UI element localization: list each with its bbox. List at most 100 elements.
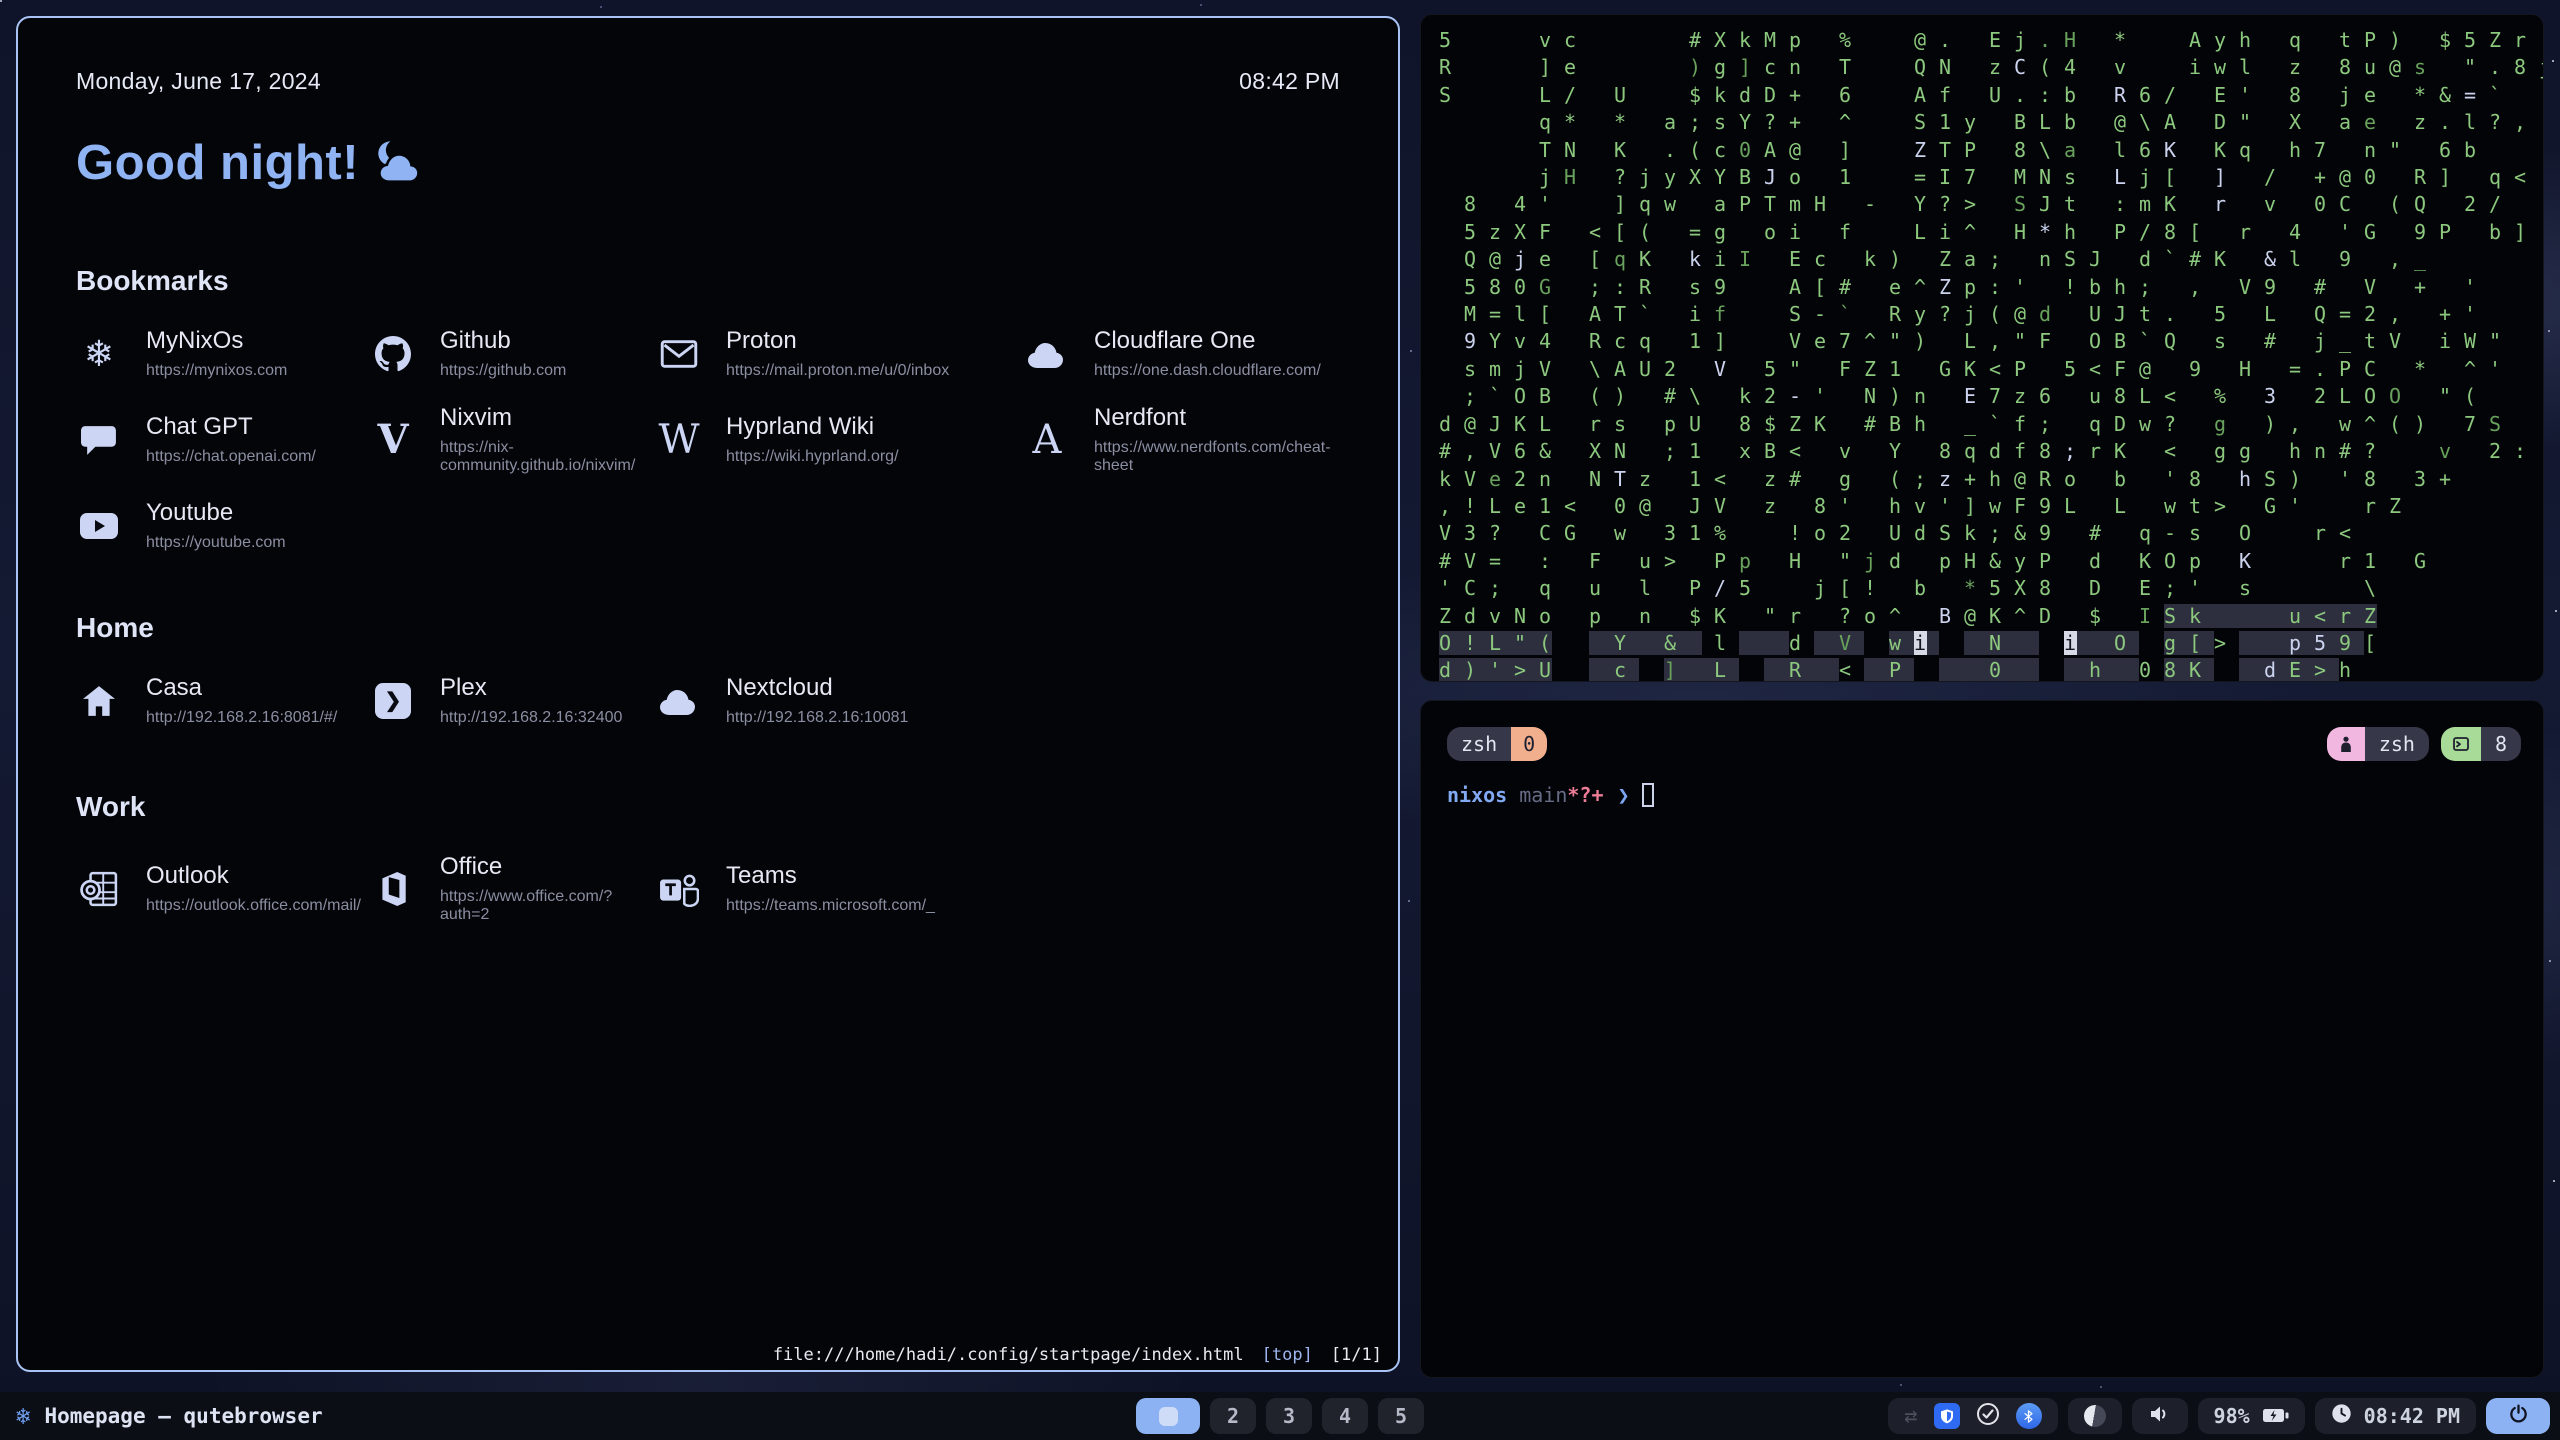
bookmark-url: http://192.168.2.16:10081 <box>726 709 908 727</box>
bookmark-name: MyNixOs <box>146 327 287 355</box>
bookmark-url: https://chat.openai.com/ <box>146 448 316 466</box>
terminal-tmux-window[interactable]: zsh 0 zsh 8 nixos main *?+ ❯ <box>1420 700 2544 1378</box>
cloud-icon <box>656 678 702 724</box>
prompt-symbol: ❯ <box>1618 783 1630 807</box>
greeting-text: Good night! <box>76 135 359 191</box>
bookmark-nixvim[interactable]: VNixvimhttps://nix-community.github.io/n… <box>370 404 656 475</box>
moon-cloud-icon <box>375 139 425 188</box>
bookmark-name: Casa <box>146 674 337 702</box>
kdeconnect-icon[interactable]: ⇄ <box>1904 1404 1917 1429</box>
bookmark-nextcloud[interactable]: Nextcloud http://192.168.2.16:10081 <box>656 674 1024 727</box>
bookmark-outlook[interactable]: Outlook https://outlook.office.com/mail/ <box>76 853 370 924</box>
workspace-1-active[interactable] <box>1136 1398 1200 1434</box>
battery-module[interactable]: 98% <box>2198 1398 2305 1434</box>
tmux-status-bar: zsh 0 zsh 8 <box>1447 727 2521 761</box>
workspace-5[interactable]: 5 <box>1378 1398 1424 1434</box>
mail-icon <box>656 331 702 377</box>
bookmark-name: Github <box>440 327 566 355</box>
waybar: ❄ Homepage — qutebrowser 2345 ⇄ 98% <box>0 1392 2560 1440</box>
tmux-module-8: 8 <box>2441 727 2521 761</box>
bookmark-hyprland-wiki[interactable]: WHyprland Wikihttps://wiki.hyprland.org/ <box>656 404 1024 475</box>
section-title: Home <box>76 612 1340 644</box>
active-workspace-indicator <box>1159 1407 1178 1426</box>
bookmark-nerdfont[interactable]: ANerdfonthttps://www.nerdfonts.com/cheat… <box>1024 404 1340 475</box>
prompt-git-branch: main <box>1519 783 1567 807</box>
vim-icon: V <box>370 417 416 463</box>
github-icon <box>370 331 416 377</box>
font-icon: A <box>1024 417 1070 463</box>
bookmark-name: Office <box>440 853 656 881</box>
bookmark-url: https://youtube.com <box>146 534 286 552</box>
bookmark-github[interactable]: Github https://github.com <box>370 327 656 380</box>
clock-icon <box>2331 1403 2352 1429</box>
bookmark-casa[interactable]: Casahttp://192.168.2.16:8081/#/ <box>76 674 370 727</box>
nixos-logo-icon: ❄ <box>16 1402 30 1430</box>
section-title: Work <box>76 791 1340 823</box>
bookmark-url: https://outlook.office.com/mail/ <box>146 897 361 915</box>
outlook-icon <box>76 866 122 912</box>
bookmark-url: https://wiki.hyprland.org/ <box>726 448 899 466</box>
teams-icon <box>656 866 702 912</box>
clock-time: 08:42 PM <box>2364 1404 2460 1428</box>
statusbar-tab-index: [1/1] <box>1331 1345 1382 1365</box>
chat-icon <box>76 417 122 463</box>
clock-module[interactable]: 08:42 PM <box>2315 1398 2476 1434</box>
startpage-sections: Bookmarks❄MyNixOshttps://mynixos.comGith… <box>76 265 1340 924</box>
office-icon <box>370 866 416 912</box>
bookmark-proton[interactable]: Proton https://mail.proton.me/u/0/inbox <box>656 327 1024 380</box>
night-light-module[interactable] <box>2068 1398 2122 1434</box>
bookmark-name: Hyprland Wiki <box>726 413 899 441</box>
bookmark-office[interactable]: Office https://www.office.com/?auth=2 <box>370 853 656 924</box>
tmux-right-modules: zsh 8 <box>2327 727 2521 761</box>
tmux-module-label: zsh <box>2365 727 2429 761</box>
waybar-window-title-module: ❄ Homepage — qutebrowser <box>16 1402 323 1430</box>
bookmark-cloudflare-one[interactable]: Cloudflare Onehttps://one.dash.cloudflar… <box>1024 327 1340 380</box>
section-work: Work Outlook https://outlook.office.com/ma… <box>76 791 1340 924</box>
startpage-clock: 08:42 PM <box>1239 68 1340 95</box>
bookmark-url: https://www.office.com/?auth=2 <box>440 888 656 924</box>
workspace-3[interactable]: 3 <box>1266 1398 1312 1434</box>
bookmark-url: https://mynixos.com <box>146 362 287 380</box>
nixos-icon: ❄ <box>76 331 122 377</box>
section-home: Home Casahttp://192.168.2.16:8081/#/❯Plex… <box>76 612 1340 727</box>
tmux-window-name: zsh <box>1447 727 1511 761</box>
volume-module[interactable] <box>2132 1398 2188 1434</box>
terminal-cmatrix-window[interactable]: 5 v c # X k M p % @ . E j . H * A y h q … <box>1420 14 2544 682</box>
bookmark-name: Proton <box>726 327 949 355</box>
shell-prompt: nixos main *?+ ❯ <box>1447 783 2543 807</box>
bookmark-name: Nixvim <box>440 404 656 432</box>
power-button[interactable] <box>2486 1398 2550 1434</box>
check-circle-icon[interactable] <box>1976 1402 2000 1431</box>
speaker-icon <box>2148 1403 2172 1430</box>
workspace-4[interactable]: 4 <box>1322 1398 1368 1434</box>
battery-charging-icon <box>2262 1404 2289 1428</box>
bookmark-teams[interactable]: Teamshttps://teams.microsoft.com/_ <box>656 853 1024 924</box>
tmux-window-index: 0 <box>1511 727 1547 761</box>
bookmark-youtube[interactable]: Youtubehttps://youtube.com <box>76 499 370 552</box>
prompt-git-status: *?+ <box>1567 783 1603 807</box>
section-bookmarks: Bookmarks❄MyNixOshttps://mynixos.comGith… <box>76 265 1340 552</box>
workspaces: 2345 <box>1136 1392 1424 1440</box>
tmux-window-tab[interactable]: zsh 0 <box>1447 727 1547 761</box>
bookmark-url: https://teams.microsoft.com/_ <box>726 897 935 915</box>
bookmark-url: http://192.168.2.16:32400 <box>440 709 622 727</box>
bookmark-chat-gpt[interactable]: Chat GPT https://chat.openai.com/ <box>76 404 370 475</box>
startpage-date: Monday, June 17, 2024 <box>76 68 321 95</box>
bookmark-plex[interactable]: ❯Plexhttp://192.168.2.16:32400 <box>370 674 656 727</box>
youtube-icon <box>76 503 122 549</box>
bookmark-url: https://github.com <box>440 362 566 380</box>
cloud-icon <box>1024 331 1070 377</box>
tmux-module-label: 8 <box>2481 727 2521 761</box>
bookmark-url: https://mail.proton.me/u/0/inbox <box>726 362 949 380</box>
qutebrowser-window[interactable]: Monday, June 17, 2024 08:42 PM Good nigh… <box>16 16 1400 1372</box>
bitwarden-shield-icon[interactable] <box>1934 1403 1960 1429</box>
bookmark-name: Nextcloud <box>726 674 908 702</box>
bookmark-mynixos[interactable]: ❄ MyNixOs https://mynixos.com <box>76 327 370 380</box>
system-tray[interactable]: ⇄ <box>1888 1398 2057 1434</box>
bookmark-name: Chat GPT <box>146 413 316 441</box>
bookmark-name: Outlook <box>146 862 361 890</box>
tmux-module-zsh: zsh <box>2327 727 2429 761</box>
workspace-2[interactable]: 2 <box>1210 1398 1256 1434</box>
cmatrix-rain: 5 v c # X k M p % @ . E j . H * A y h q … <box>1439 27 2525 682</box>
bluetooth-icon[interactable] <box>2016 1403 2042 1429</box>
